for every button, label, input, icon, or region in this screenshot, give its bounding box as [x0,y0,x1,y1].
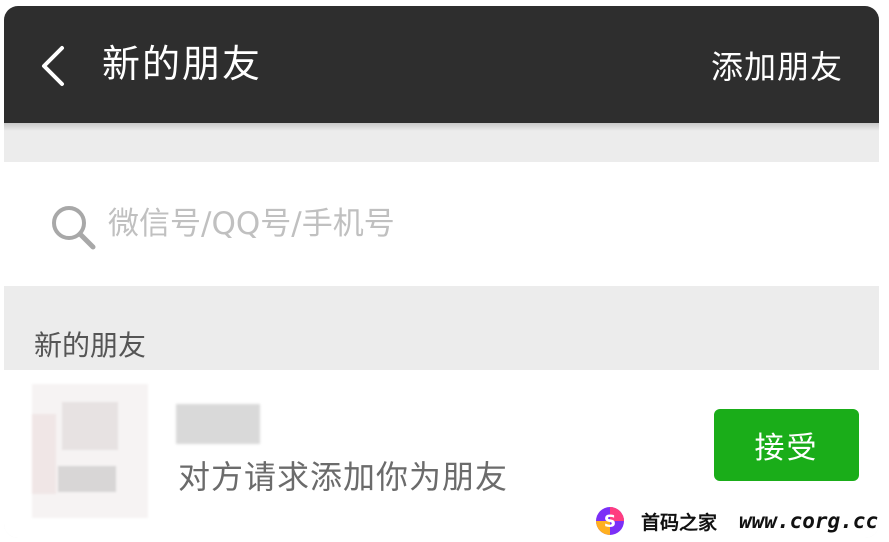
page-title: 新的朋友 [102,42,263,86]
svg-text:S: S [604,512,616,532]
avatar[interactable] [32,384,148,518]
search-input[interactable] [108,194,828,254]
watermark: S 首码之家 www.corg.cc [595,503,885,539]
site-logo-icon: S [596,507,624,535]
accept-button[interactable]: 接受 [714,409,859,481]
friend-name-redacted [176,404,260,444]
app-window: 新的朋友 添加朋友 新的朋友 对方请求添加你为朋友 接受 [4,6,879,538]
watermark-url: www.corg.cc [739,509,879,533]
search-icon [52,206,96,250]
request-message: 对方请求添加你为朋友 [178,458,509,496]
back-arrow-icon[interactable] [38,44,70,88]
add-friend-button[interactable]: 添加朋友 [711,42,843,92]
search-bar[interactable] [4,162,879,286]
section-header: 新的朋友 [34,329,147,362]
top-bar: 新的朋友 添加朋友 [4,6,879,123]
watermark-brand: 首码之家 [641,511,718,534]
topbar-shadow [4,123,879,131]
